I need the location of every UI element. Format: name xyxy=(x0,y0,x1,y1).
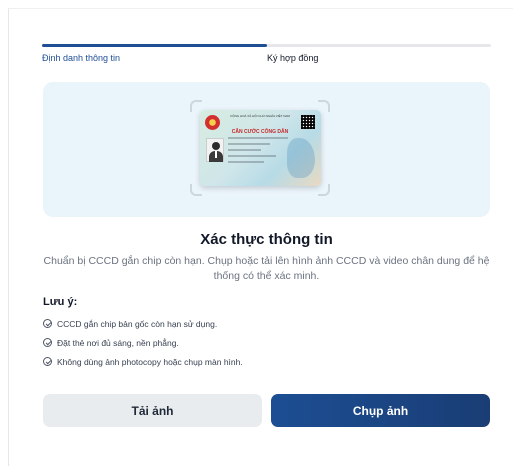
id-card-illustration: CỘNG HOÀ XÃ HỘI CHỦ NGHĨA VIỆT NAM CĂN C… xyxy=(200,110,321,186)
qr-code-icon xyxy=(301,115,315,129)
info-line xyxy=(228,161,264,163)
stepper-track xyxy=(42,44,491,47)
step-contract-label: Ký hợp đồng xyxy=(267,53,319,63)
step-identity-label: Định danh thông tin xyxy=(42,53,121,63)
scan-corner-top-left xyxy=(190,100,202,112)
scan-corner-bottom-left xyxy=(190,184,202,196)
notes-heading: Lưu ý: xyxy=(43,296,78,308)
national-emblem-icon xyxy=(205,115,220,130)
info-line xyxy=(228,137,288,139)
info-line xyxy=(228,149,261,151)
note-item: Không dùng ảnh photocopy hoặc chụp màn h… xyxy=(43,356,490,367)
note-item: Đặt thẻ nơi đủ sáng, nền phẳng. xyxy=(43,337,490,348)
notes-list: CCCD gắn chip bản gốc còn hạn sử dụng. Đ… xyxy=(43,318,490,375)
progress-stepper: Định danh thông tin Ký hợp đồng xyxy=(42,44,491,69)
note-text: Đặt thẻ nơi đủ sáng, nền phẳng. xyxy=(57,337,179,348)
check-circle-icon xyxy=(43,319,52,328)
note-item: CCCD gắn chip bản gốc còn hạn sử dụng. xyxy=(43,318,490,329)
info-line xyxy=(228,143,270,145)
scan-corner-bottom-right xyxy=(318,184,330,196)
portrait-tie xyxy=(215,151,217,158)
check-circle-icon xyxy=(43,338,52,347)
note-text: CCCD gắn chip bản gốc còn hạn sử dụng. xyxy=(57,318,218,329)
id-card-header: CỘNG HOÀ XÃ HỘI CHỦ NGHĨA VIỆT NAM xyxy=(230,114,290,118)
info-line xyxy=(228,155,276,157)
page-title: Xác thực thông tin xyxy=(200,231,333,248)
upload-photo-button[interactable]: Tải ảnh xyxy=(43,394,262,427)
scan-corner-top-right xyxy=(318,100,330,112)
note-text: Không dùng ảnh photocopy hoặc chụp màn h… xyxy=(57,356,243,367)
portrait-head xyxy=(212,142,220,150)
id-card-info-lines xyxy=(228,137,288,167)
portrait-photo-icon xyxy=(206,138,224,162)
id-card-map-pattern xyxy=(287,138,315,178)
stepper-labels: Định danh thông tin Ký hợp đồng xyxy=(42,53,491,69)
check-circle-icon xyxy=(43,357,52,366)
id-card-heading: CĂN CƯỚC CÔNG DÂN xyxy=(231,129,289,135)
take-photo-button[interactable]: Chụp ảnh xyxy=(271,394,490,427)
page-description: Chuẩn bị CCCD gắn chip còn hạn. Chụp hoặ… xyxy=(43,255,490,282)
stepper-progress-fill xyxy=(42,44,267,47)
